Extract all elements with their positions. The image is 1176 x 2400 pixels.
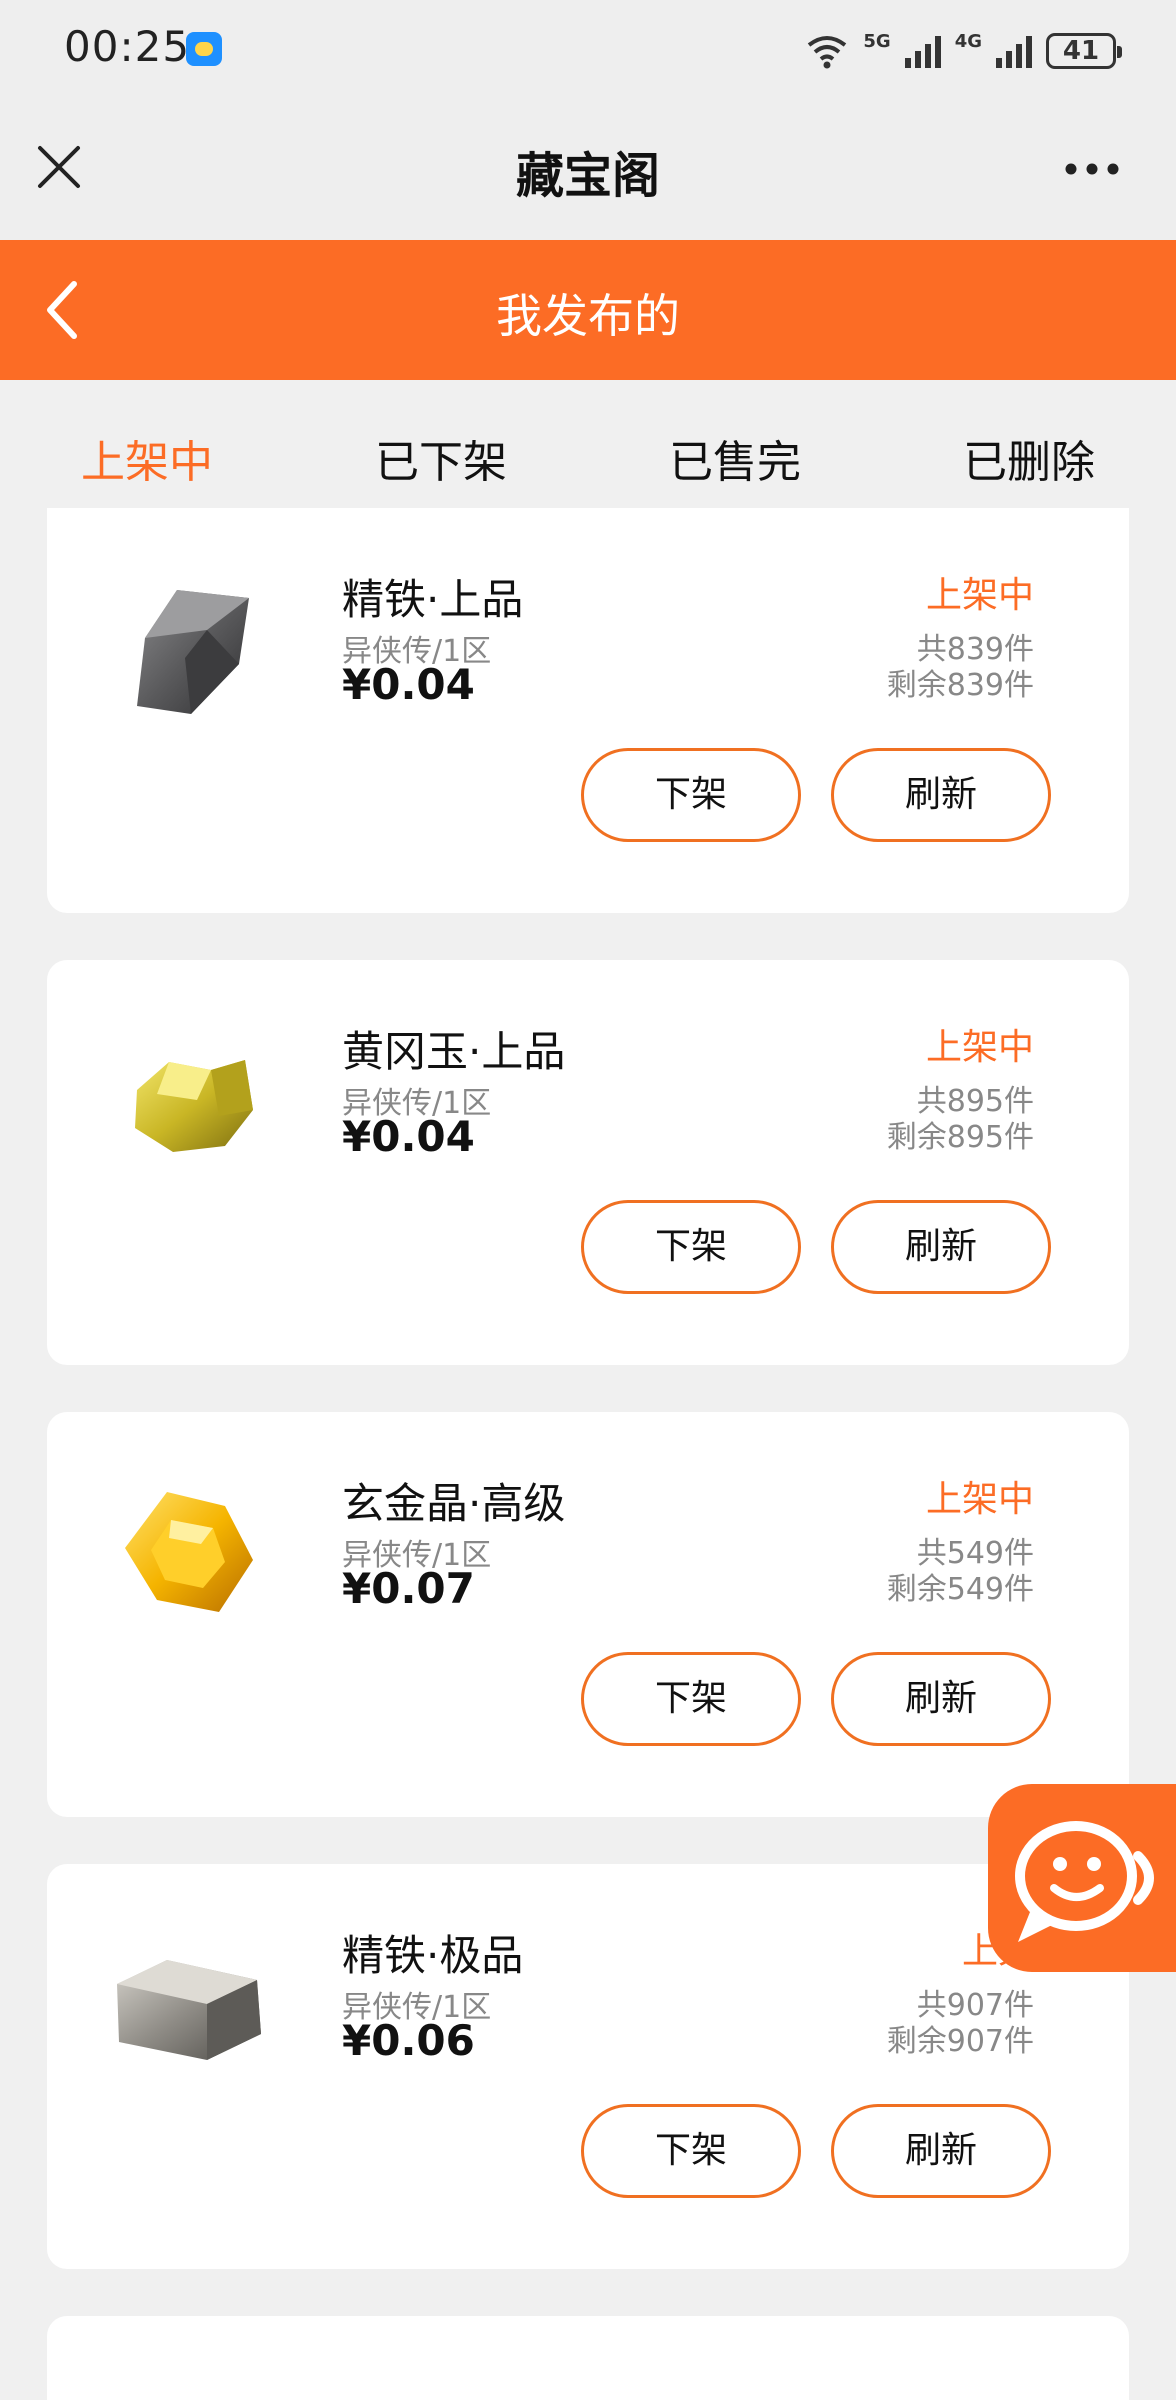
item-remain: 剩余839件 — [886, 668, 1034, 703]
item-name: 精铁·极品 — [342, 1931, 524, 1980]
tab-listed[interactable]: 上架中 — [0, 426, 294, 490]
iron-ore-icon — [137, 590, 249, 714]
item-remain: 剩余549件 — [886, 1572, 1034, 1607]
signal-5g-icon — [904, 34, 941, 68]
tab-bar: 上架中 已下架 已售完 已删除 — [0, 380, 1176, 525]
item-status: 上架中 — [925, 575, 1034, 616]
status-bar: 00:25 5G 4G 41 — [0, 0, 1176, 100]
item-price: ¥0.07 — [342, 1564, 475, 1613]
page-title: 我发布的 — [496, 289, 680, 343]
refresh-button[interactable]: 刷新 — [831, 2104, 1051, 2198]
chat-smile-icon — [1015, 1821, 1154, 1942]
status-time: 00:25 — [64, 22, 191, 71]
network-5g-label: 5G — [863, 30, 891, 52]
item-remain: 剩余895件 — [886, 1120, 1034, 1155]
more-icon[interactable] — [1064, 162, 1120, 176]
delist-button[interactable]: 下架 — [581, 1200, 801, 1294]
item-name: 玄金晶·高级 — [342, 1479, 566, 1528]
tab-deleted[interactable]: 已删除 — [882, 426, 1176, 490]
listing-card[interactable]: 玄金晶·高级 异侠传/1区 ¥0.07 上架中 共549件 剩余549件 下架 … — [47, 1412, 1129, 1817]
item-price: ¥0.04 — [342, 1112, 475, 1161]
listing-card[interactable]: 精铁·上品 异侠传/1区 ¥0.04 上架中 共839件 剩余839件 下架 刷… — [47, 508, 1129, 913]
title-bar: 藏宝阁 — [0, 100, 1176, 240]
wifi-icon — [808, 36, 847, 69]
customer-service-button[interactable] — [988, 1784, 1176, 1972]
item-price: ¥0.04 — [342, 660, 475, 709]
listing-card[interactable]: 精铁·极品 异侠传/1区 ¥0.06 上架 共907件 剩余907件 下架 刷新 — [47, 1864, 1129, 2269]
page: 00:25 5G 4G 41 藏宝阁 我发布的 上架中 已下架 已售完 已删除 … — [0, 0, 1176, 2400]
listing-card-partial[interactable] — [47, 2316, 1129, 2400]
battery-level: 41 — [1062, 36, 1100, 66]
network-4g-label: 4G — [954, 30, 982, 52]
refresh-button[interactable]: 刷新 — [831, 1652, 1051, 1746]
page-header: 我发布的 — [0, 240, 1176, 380]
status-indicators: 5G 4G 41 — [805, 28, 1122, 74]
refresh-button[interactable]: 刷新 — [831, 1200, 1051, 1294]
item-name: 黄冈玉·上品 — [342, 1027, 566, 1076]
tab-sold-out[interactable]: 已售完 — [588, 426, 882, 490]
app-title: 藏宝阁 — [515, 148, 660, 204]
refresh-button[interactable]: 刷新 — [831, 748, 1051, 842]
item-status: 上架中 — [925, 1027, 1034, 1068]
delist-button[interactable]: 下架 — [581, 1652, 801, 1746]
iron-ingot-icon — [117, 1960, 261, 2060]
jade-ore-icon — [135, 1060, 253, 1152]
item-remain: 剩余907件 — [886, 2024, 1034, 2059]
item-name: 精铁·上品 — [342, 575, 524, 624]
listing-card[interactable]: 黄冈玉·上品 异侠传/1区 ¥0.04 上架中 共895件 剩余895件 下架 … — [47, 960, 1129, 1365]
delist-button[interactable]: 下架 — [581, 748, 801, 842]
item-price: ¥0.06 — [342, 2016, 475, 2065]
gold-crystal-icon — [125, 1492, 253, 1612]
tab-unlisted[interactable]: 已下架 — [294, 426, 588, 490]
delist-button[interactable]: 下架 — [581, 2104, 801, 2198]
item-status: 上架中 — [925, 1479, 1034, 1520]
weather-icon — [186, 32, 222, 66]
signal-4g-icon — [996, 34, 1032, 68]
battery-icon: 41 — [1046, 33, 1122, 69]
